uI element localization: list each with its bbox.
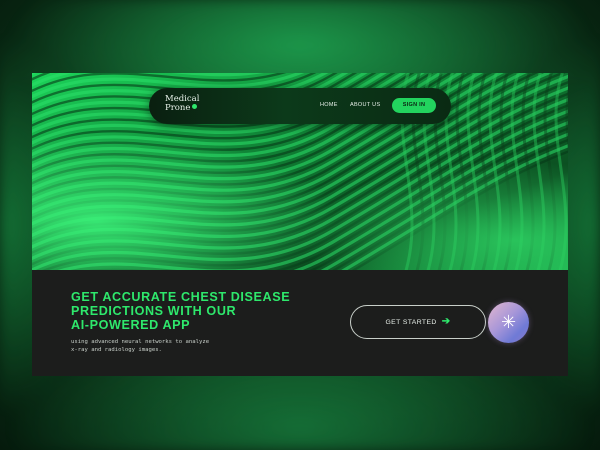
description-line-2: x-ray and radiology images. <box>71 346 162 353</box>
brand-name-line2: Prone <box>165 103 191 113</box>
headline-line-2: PREDICTIONS WITH OUR <box>71 304 237 318</box>
headline-line-1: GET ACCURATE CHEST DISEASE <box>71 290 291 304</box>
sign-in-button[interactable]: SIGN IN <box>392 98 436 113</box>
description-line-1: using advanced neural networks to analyz… <box>71 339 210 345</box>
ai-orb-button[interactable]: ✳ <box>488 302 529 343</box>
brand-logo[interactable]: Medical Prone <box>165 95 215 113</box>
top-navbar: Medical Prone HOME ABOUT US SIGN IN <box>149 88 451 124</box>
landing-card: Medical Prone HOME ABOUT US SIGN IN GET … <box>32 73 568 376</box>
hero-description: using advanced neural networks to analyz… <box>71 339 271 354</box>
brand-dot-icon <box>192 104 198 109</box>
arrow-right-icon: ➔ <box>441 316 451 327</box>
asterisk-icon: ✳ <box>500 311 517 333</box>
hero-headline: GET ACCURATE CHEST DISEASE PREDICTIONS W… <box>71 290 321 332</box>
nav-link-about-us[interactable]: ABOUT US <box>350 102 380 108</box>
get-started-button[interactable]: GET STARTED ➔ <box>350 305 486 339</box>
get-started-label: GET STARTED <box>385 318 437 326</box>
nav-link-home[interactable]: HOME <box>320 102 338 108</box>
headline-line-3: AI-POWERED APP <box>71 318 191 332</box>
hero-content-panel: GET ACCURATE CHEST DISEASE PREDICTIONS W… <box>32 270 568 376</box>
hero-banner: Medical Prone HOME ABOUT US SIGN IN <box>32 73 568 270</box>
